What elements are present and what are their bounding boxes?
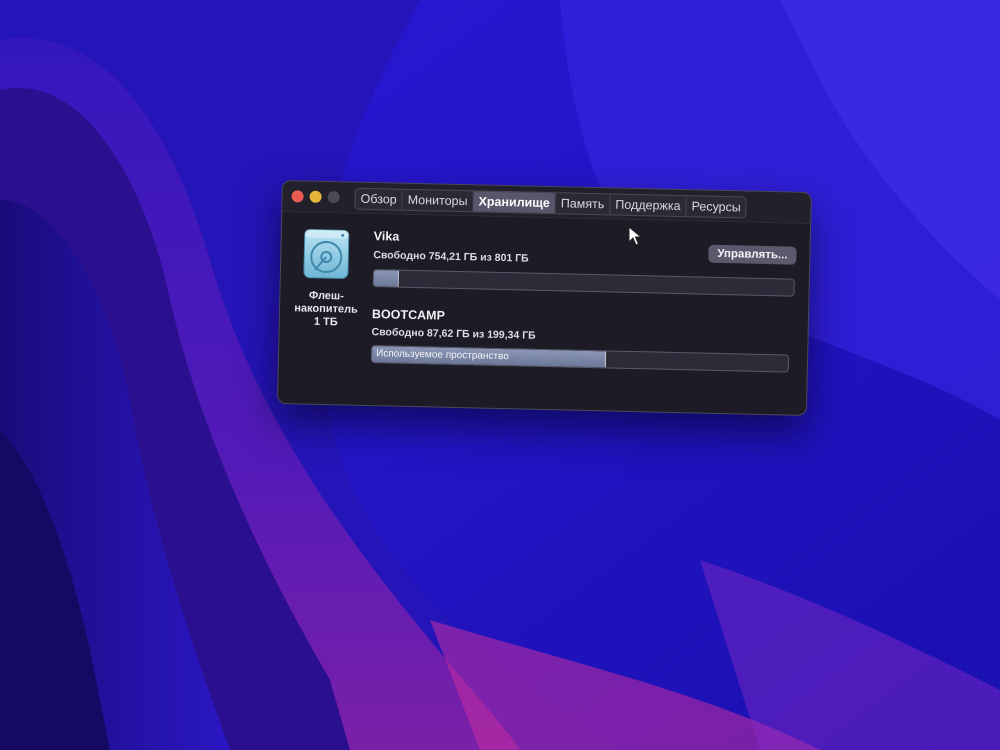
storage-used-fill[interactable]: Используемое пространство xyxy=(371,346,607,368)
tab-displays[interactable]: Мониторы xyxy=(402,189,474,212)
tab-bar: Обзор Мониторы Хранилище Память Поддержк… xyxy=(354,187,748,219)
volume-free-space: Свободно 87,62 ГБ из 199,34 ГБ xyxy=(371,326,536,342)
drive-label: Флеш- накопитель 1 ТБ xyxy=(288,289,365,330)
used-space-label: Используемое пространство xyxy=(375,348,509,363)
minimize-window-button[interactable] xyxy=(309,190,322,203)
volume-name: Vika xyxy=(373,229,400,244)
storage-used-fill xyxy=(373,270,400,287)
mouse-pointer-icon xyxy=(628,226,642,246)
drive-label-line3: 1 ТБ xyxy=(313,315,338,329)
storage-usage-bar xyxy=(372,269,795,297)
zoom-window-button[interactable] xyxy=(327,191,340,204)
drive-label-line2: накопитель xyxy=(294,302,358,316)
tab-support[interactable]: Поддержка xyxy=(610,194,687,217)
tab-resources[interactable]: Ресурсы xyxy=(686,196,746,217)
tab-memory[interactable]: Память xyxy=(555,193,611,215)
storage-usage-bar: Используемое пространство xyxy=(370,345,790,373)
volume-free-space: Свободно 754,21 ГБ из 801 ГБ xyxy=(373,249,529,265)
close-window-button[interactable] xyxy=(291,190,304,203)
tab-storage[interactable]: Хранилище xyxy=(473,191,557,214)
manage-button[interactable]: Управлять... xyxy=(708,244,797,265)
about-this-mac-window: Обзор Мониторы Хранилище Память Поддержк… xyxy=(276,180,812,416)
tab-overview[interactable]: Обзор xyxy=(355,188,403,210)
hard-drive-icon xyxy=(301,227,352,280)
volume-name: BOOTCAMP xyxy=(371,307,446,323)
